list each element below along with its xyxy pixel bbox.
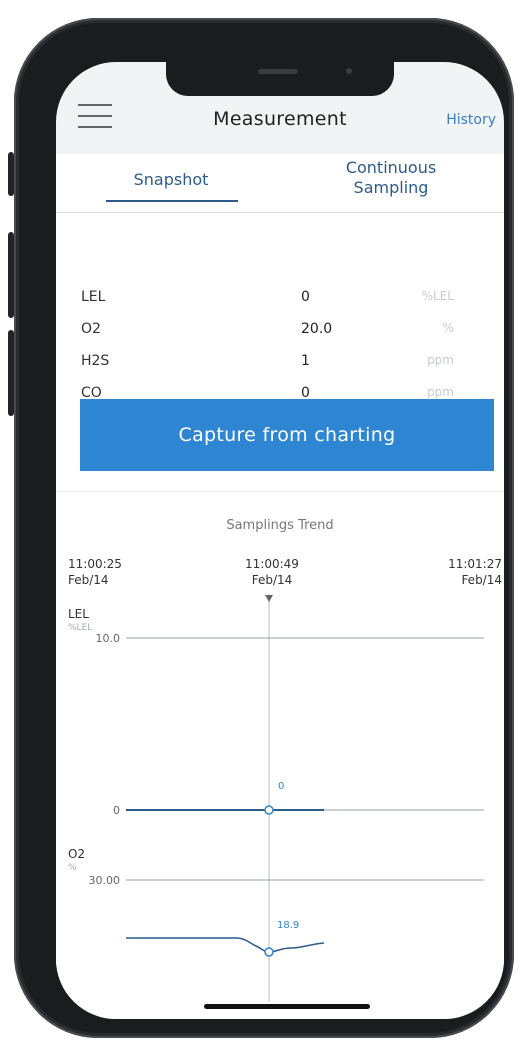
time-cursor-marker-icon xyxy=(265,595,273,602)
lel-bottom-tick: 0 xyxy=(113,804,120,817)
volume-down-button xyxy=(8,330,14,416)
reading-value: 20.0 xyxy=(301,321,333,337)
tab-continuous-sampling[interactable]: Continuous Sampling xyxy=(306,158,476,198)
reading-unit: ppm xyxy=(427,385,454,399)
o2-chart-unit: % xyxy=(68,863,77,873)
speaker-grill xyxy=(258,69,298,74)
tab-continuous-label: Continuous Sampling xyxy=(345,158,437,197)
o2-chart-name: O2 xyxy=(68,847,85,861)
reading-unit: ppm xyxy=(427,353,454,367)
o2-top-tick: 30.00 xyxy=(89,874,121,887)
volume-up-button xyxy=(8,232,14,318)
mute-switch xyxy=(8,152,14,196)
o2-cursor-point[interactable] xyxy=(264,947,274,957)
home-indicator[interactable] xyxy=(204,1004,370,1009)
trend-chart-svg[interactable]: LEL %LEL 10.0 0 0 O2 % 30.00 18.9 xyxy=(56,492,504,1019)
reading-value: 1 xyxy=(301,353,310,369)
reading-name: H2S xyxy=(81,353,110,369)
reading-value: 0 xyxy=(301,289,310,305)
phone-frame: Measurement History Snapshot Continuous … xyxy=(14,18,514,1038)
capture-from-charting-button[interactable]: Capture from charting xyxy=(80,399,494,471)
lel-cursor-value: 0 xyxy=(278,781,284,792)
lel-chart-name: LEL xyxy=(68,607,89,621)
reading-unit: %LEL xyxy=(421,289,454,303)
reading-row-o2: O2 20.0 % xyxy=(56,315,504,345)
front-camera-icon xyxy=(346,68,352,74)
samplings-trend-panel: Samplings Trend 11:00:25 Feb/14 11:00:49… xyxy=(56,492,504,1019)
screen: Measurement History Snapshot Continuous … xyxy=(56,62,504,1019)
active-tab-indicator xyxy=(106,200,238,202)
reading-unit: % xyxy=(442,321,454,335)
reading-row-lel: LEL 0 %LEL xyxy=(56,283,504,313)
history-link[interactable]: History xyxy=(446,112,496,128)
readings-panel: LEL 0 %LEL O2 20.0 % H2S 1 ppm CO 0 ppm … xyxy=(56,213,504,491)
tab-bar: Snapshot Continuous Sampling xyxy=(56,154,504,213)
app-header: Measurement History xyxy=(56,102,504,142)
o2-series-line xyxy=(126,937,325,953)
reading-row-h2s: H2S 1 ppm xyxy=(56,347,504,377)
lel-cursor-point[interactable] xyxy=(264,805,274,815)
lel-chart-unit: %LEL xyxy=(68,623,92,633)
lel-top-tick: 10.0 xyxy=(96,632,121,645)
tab-snapshot[interactable]: Snapshot xyxy=(86,170,256,189)
o2-cursor-value: 18.9 xyxy=(277,920,299,931)
notch xyxy=(166,62,394,96)
reading-name: LEL xyxy=(81,289,106,305)
page-title: Measurement xyxy=(213,108,347,130)
reading-name: O2 xyxy=(81,321,101,337)
